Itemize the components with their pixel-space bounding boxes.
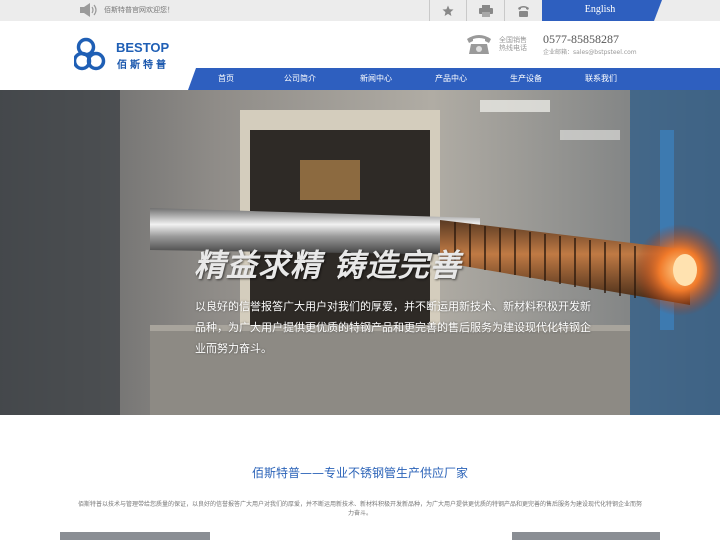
product-thumbnail-2[interactable] (512, 532, 660, 540)
telephone-icon (467, 35, 491, 54)
main-nav: 首页 公司简介 新闻中心 产品中心 生产设备 联系我们 (0, 68, 720, 90)
print-button[interactable] (466, 0, 504, 21)
star-icon (442, 5, 454, 16)
nav-item-contact[interactable]: 联系我们 (571, 68, 631, 90)
printer-icon (478, 4, 493, 17)
language-label: English (584, 4, 616, 15)
company-email[interactable]: 企业邮箱：sales@bstpsteel.com (543, 47, 637, 56)
phone-number: 0577-85858287 (543, 32, 619, 46)
hotline-label-line2: 热线电话 (499, 44, 527, 52)
intro-title: 佰斯特普——专业不锈钢管生产供应厂家 (251, 466, 468, 480)
nav-item-products[interactable]: 产品中心 (421, 68, 481, 90)
speaker-icon (80, 3, 97, 17)
english-link[interactable]: English (542, 0, 662, 21)
banner-description: 以良好的信誉报答广大用户对我们的厚爱，并不断运用新技术、新材料积极开发新品种，为… (195, 300, 591, 355)
product-thumbnail-1[interactable] (60, 532, 210, 540)
banner-slogan: 精益求精 铸造完善 (194, 248, 462, 284)
nav-item-news[interactable]: 新闻中心 (346, 68, 406, 90)
logo-wordmark: BESTOP (116, 40, 170, 55)
nav-item-about[interactable]: 公司简介 (270, 68, 330, 90)
hero-banner[interactable]: 精益求精 铸造完善 以良好的信誉报答广大用户对我们的厚爱，并不断运用新技术、新材… (0, 90, 720, 415)
hotline-label: 全国销售 热线电话 (499, 36, 539, 52)
intro-text: 佰斯特普以技术与管理带给您质量的保证，以良好的信誉报答广大用户对我们的厚爱，并不… (78, 501, 643, 517)
welcome-text: 佰斯特普官网欢迎您！ (104, 6, 174, 14)
favorite-button[interactable] (429, 0, 466, 21)
hotline-label-line1: 全国销售 (499, 36, 527, 44)
nav-item-home[interactable]: 首页 (196, 68, 256, 90)
phone-button[interactable] (504, 0, 542, 21)
phone-icon (518, 5, 529, 17)
nav-item-equipment[interactable]: 生产设备 (496, 68, 556, 90)
